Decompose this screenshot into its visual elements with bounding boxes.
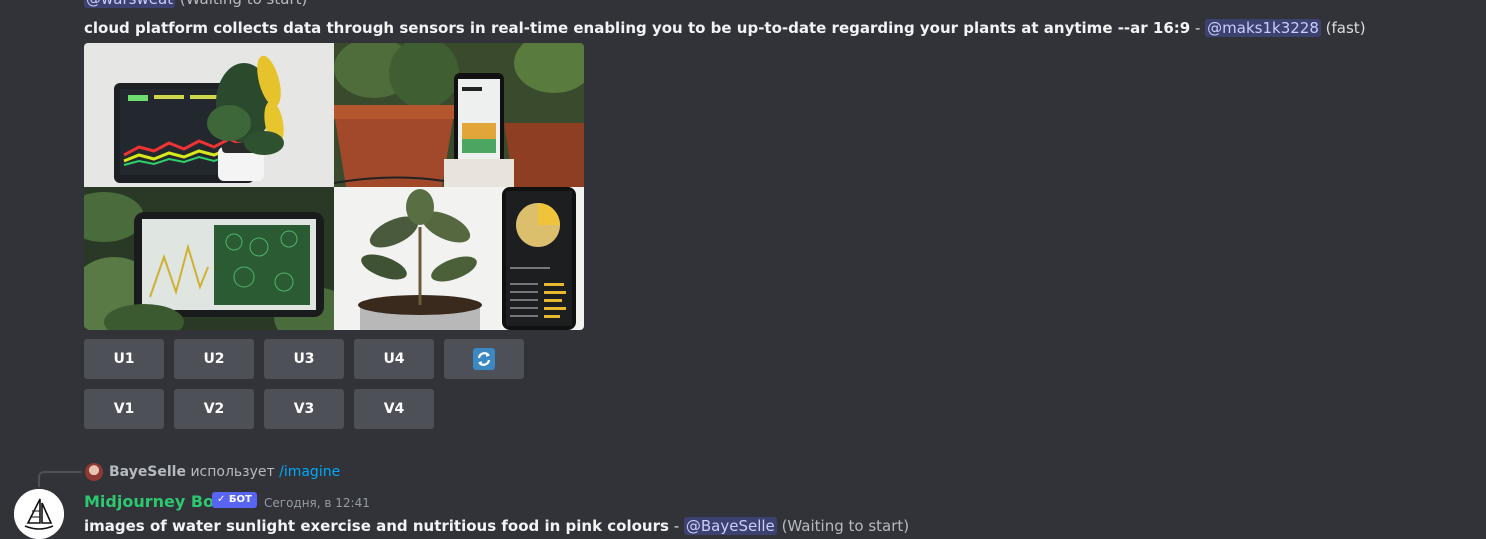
generation-mode: (fast) — [1325, 19, 1366, 37]
next-prompt-separator: - — [668, 517, 684, 535]
message-timestamp[interactable]: Сегодня, в 12:41 — [264, 495, 370, 511]
upscale-button-1[interactable]: U1 — [84, 339, 164, 379]
image-dashboard-laptop-plant[interactable] — [84, 43, 334, 187]
reply-command[interactable]: /imagine — [279, 464, 340, 480]
variation-button-4[interactable]: V4 — [354, 389, 434, 429]
variation-button-3[interactable]: V3 — [264, 389, 344, 429]
upscale-button-4[interactable]: U4 — [354, 339, 434, 379]
reply-verb: использует — [190, 464, 275, 480]
mention-bayeselle[interactable]: @BayeSelle — [683, 517, 777, 535]
previous-message-status-line: @warsweat (Waiting to start) — [84, 0, 307, 9]
mention-warsweat[interactable]: @warsweat — [84, 0, 176, 8]
sailboat-icon — [14, 489, 64, 539]
reroll-button[interactable] — [444, 339, 524, 379]
message-prompt-line: cloud platform collects data through sen… — [84, 17, 1366, 39]
reply-username[interactable]: BayeSelle — [109, 464, 186, 480]
next-waiting-status: (Waiting to start) — [781, 517, 910, 535]
image-tablet-leaves-chart[interactable] — [84, 187, 334, 330]
image-potted-plant-phone[interactable] — [334, 43, 584, 187]
prompt-separator: - — [1190, 19, 1206, 37]
variation-button-2[interactable]: V2 — [174, 389, 254, 429]
bot-badge: ✓ БОТ — [212, 492, 257, 508]
upscale-button-3[interactable]: U3 — [264, 339, 344, 379]
reply-user-avatar[interactable] — [85, 463, 103, 481]
waiting-status: (Waiting to start) — [180, 0, 308, 8]
prompt-text: cloud platform collects data through sen… — [84, 19, 1191, 37]
mention-user[interactable]: @maks1k3228 — [1205, 19, 1321, 37]
bot-username[interactable]: Midjourney Bot — [84, 491, 222, 513]
refresh-icon — [473, 348, 495, 370]
bot-avatar[interactable] — [14, 489, 64, 539]
next-prompt-text: images of water sunlight exercise and nu… — [84, 517, 669, 535]
variation-button-1[interactable]: V1 — [84, 389, 164, 429]
image-seedling-phone-app[interactable] — [334, 187, 584, 330]
next-message-prompt-line: images of water sunlight exercise and nu… — [84, 515, 909, 537]
reply-connector — [38, 471, 82, 487]
image-grid[interactable] — [84, 43, 584, 330]
upscale-button-2[interactable]: U2 — [174, 339, 254, 379]
reply-header[interactable]: BayeSelle использует /imagine — [109, 463, 340, 481]
